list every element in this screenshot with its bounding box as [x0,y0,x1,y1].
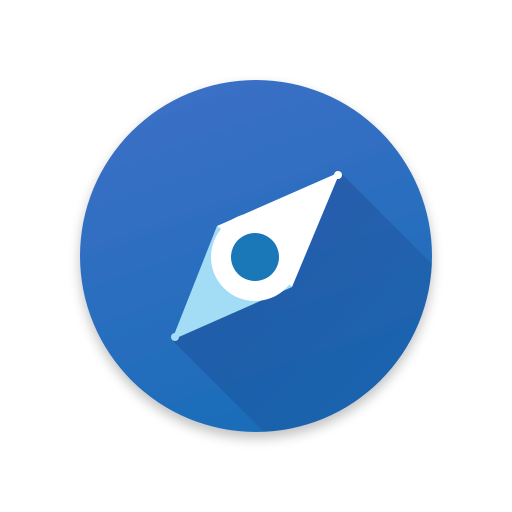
compass-hub-center [231,233,279,281]
compass-app-icon[interactable] [0,0,512,512]
app-icon-stage [0,0,512,512]
